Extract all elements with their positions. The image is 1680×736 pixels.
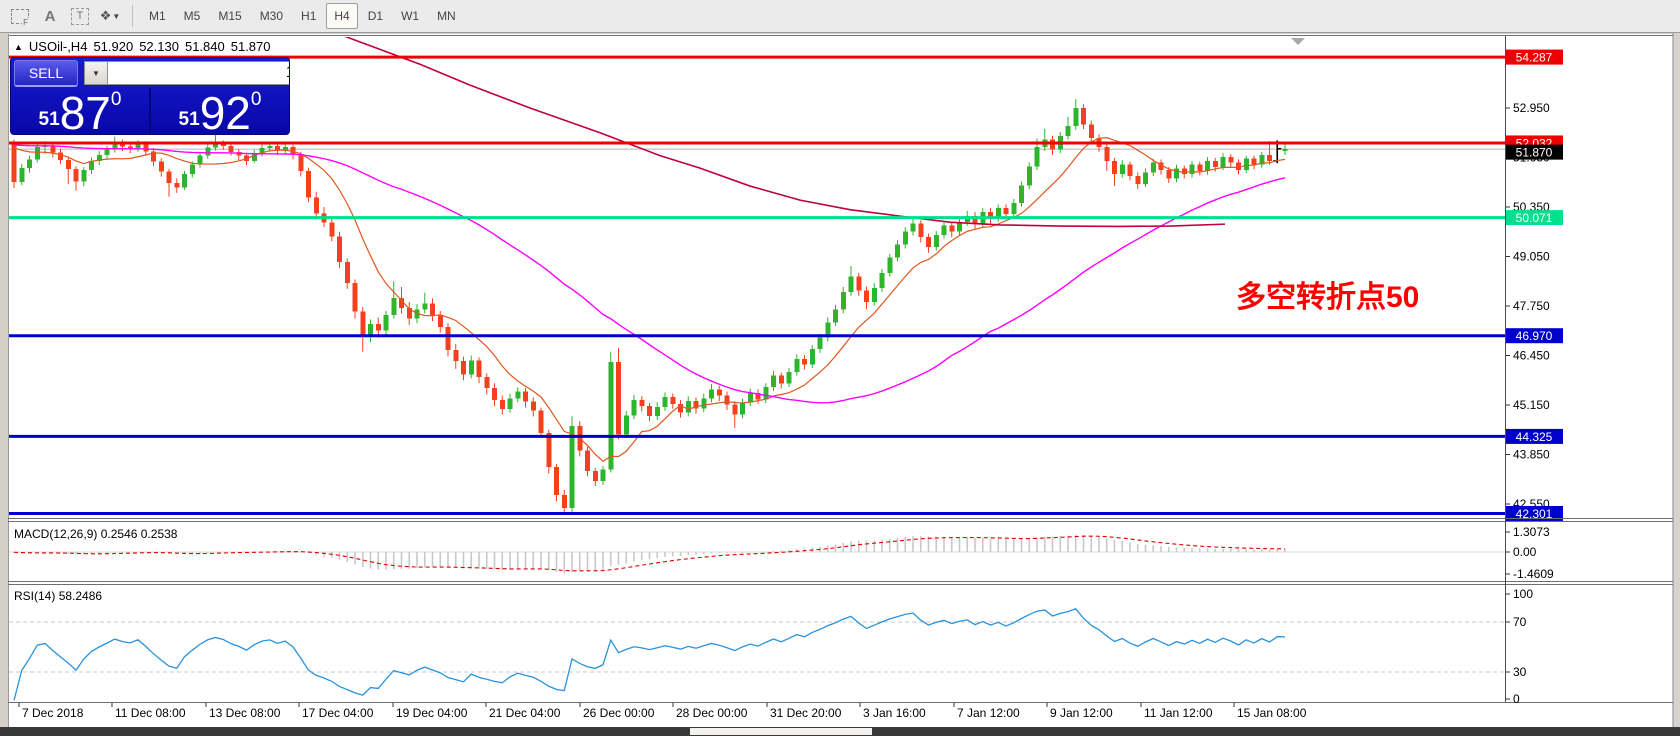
rsi-label: RSI(14) 58.2486 (14, 589, 103, 603)
time-axis-label: 11 Jan 12:00 (1144, 706, 1213, 720)
buy-price[interactable]: 51 92 0 (149, 87, 289, 135)
chart-text-annotation: 多空转折点50 (1236, 281, 1420, 314)
sell-price-prefix: 51 (38, 109, 60, 130)
time-axis-label: 13 Dec 08:00 (209, 706, 281, 720)
svg-text:44.325: 44.325 (1516, 430, 1553, 444)
volume-spinner: ▼ ▲ (84, 61, 289, 85)
time-axis-label: 17 Dec 04:00 (302, 706, 374, 720)
svg-text:0: 0 (1513, 692, 1520, 706)
svg-text:45.150: 45.150 (1513, 398, 1550, 412)
sell-price-big: 87 (59, 87, 111, 135)
ohlc-low: 51.840 (184, 39, 225, 54)
sell-price[interactable]: 51 87 0 (11, 87, 149, 135)
app-window: F A T ❖ ▼ M1 M5 M15 M30 H1 H4 D1 W1 MN 5… (0, 0, 1680, 736)
ohlc-close: 51.870 (230, 39, 271, 54)
svg-text:47.750: 47.750 (1513, 299, 1550, 313)
svg-text:100: 100 (1513, 587, 1533, 601)
time-axis-label: 21 Dec 04:00 (489, 706, 561, 720)
svg-text:49.050: 49.050 (1513, 249, 1550, 263)
horizontal-scrollbar[interactable] (0, 727, 1680, 736)
chart-title: ▲ USOil-,H4 51.920 52.130 51.840 51.870 (14, 39, 271, 54)
buy-price-sup: 0 (250, 89, 262, 110)
sell-price-sup: 0 (110, 89, 122, 110)
time-axis-label: 28 Dec 00:00 (676, 706, 748, 720)
svg-text:30: 30 (1513, 665, 1527, 679)
one-click-trading-panel: SELL ▼ ▲ BUY 51870 51920 (10, 57, 290, 135)
svg-text:1.3073: 1.3073 (1513, 525, 1550, 539)
svg-text:0.00: 0.00 (1513, 545, 1537, 559)
sell-button[interactable]: SELL (14, 59, 78, 87)
time-axis-label: 9 Jan 12:00 (1050, 706, 1113, 720)
svg-text:51.870: 51.870 (1516, 146, 1553, 160)
time-axis-label: 7 Jan 12:00 (957, 706, 1020, 720)
volume-decrease-button[interactable]: ▼ (84, 61, 108, 85)
svg-text:54.287: 54.287 (1516, 51, 1553, 65)
scrollbar-thumb[interactable] (690, 728, 872, 735)
time-axis-label: 3 Jan 16:00 (863, 706, 926, 720)
time-axis-label: 7 Dec 2018 (22, 706, 84, 720)
svg-text:46.970: 46.970 (1516, 329, 1553, 343)
svg-text:70: 70 (1513, 615, 1527, 629)
buy-price-prefix: 51 (178, 109, 200, 130)
time-axis-label: 26 Dec 00:00 (583, 706, 655, 720)
svg-text:-1.4609: -1.4609 (1513, 567, 1554, 581)
svg-text:52.950: 52.950 (1513, 101, 1550, 115)
volume-input[interactable] (108, 61, 289, 85)
collapse-icon[interactable]: ▲ (14, 42, 23, 52)
time-axis-label: 19 Dec 04:00 (396, 706, 468, 720)
time-axis-label: 31 Dec 20:00 (770, 706, 842, 720)
svg-text:50.071: 50.071 (1516, 211, 1553, 225)
svg-text:46.450: 46.450 (1513, 348, 1550, 362)
time-axis-label: 15 Jan 08:00 (1237, 706, 1307, 720)
macd-label: MACD(12,26,9) 0.2546 0.2538 (14, 527, 178, 541)
symbol-label: USOil-,H4 (28, 39, 88, 54)
ohlc-open: 51.920 (93, 39, 134, 54)
buy-price-big: 92 (199, 87, 251, 135)
time-axis-label: 11 Dec 08:00 (115, 706, 186, 720)
svg-text:43.850: 43.850 (1513, 447, 1550, 461)
ohlc-high: 52.130 (139, 39, 179, 54)
